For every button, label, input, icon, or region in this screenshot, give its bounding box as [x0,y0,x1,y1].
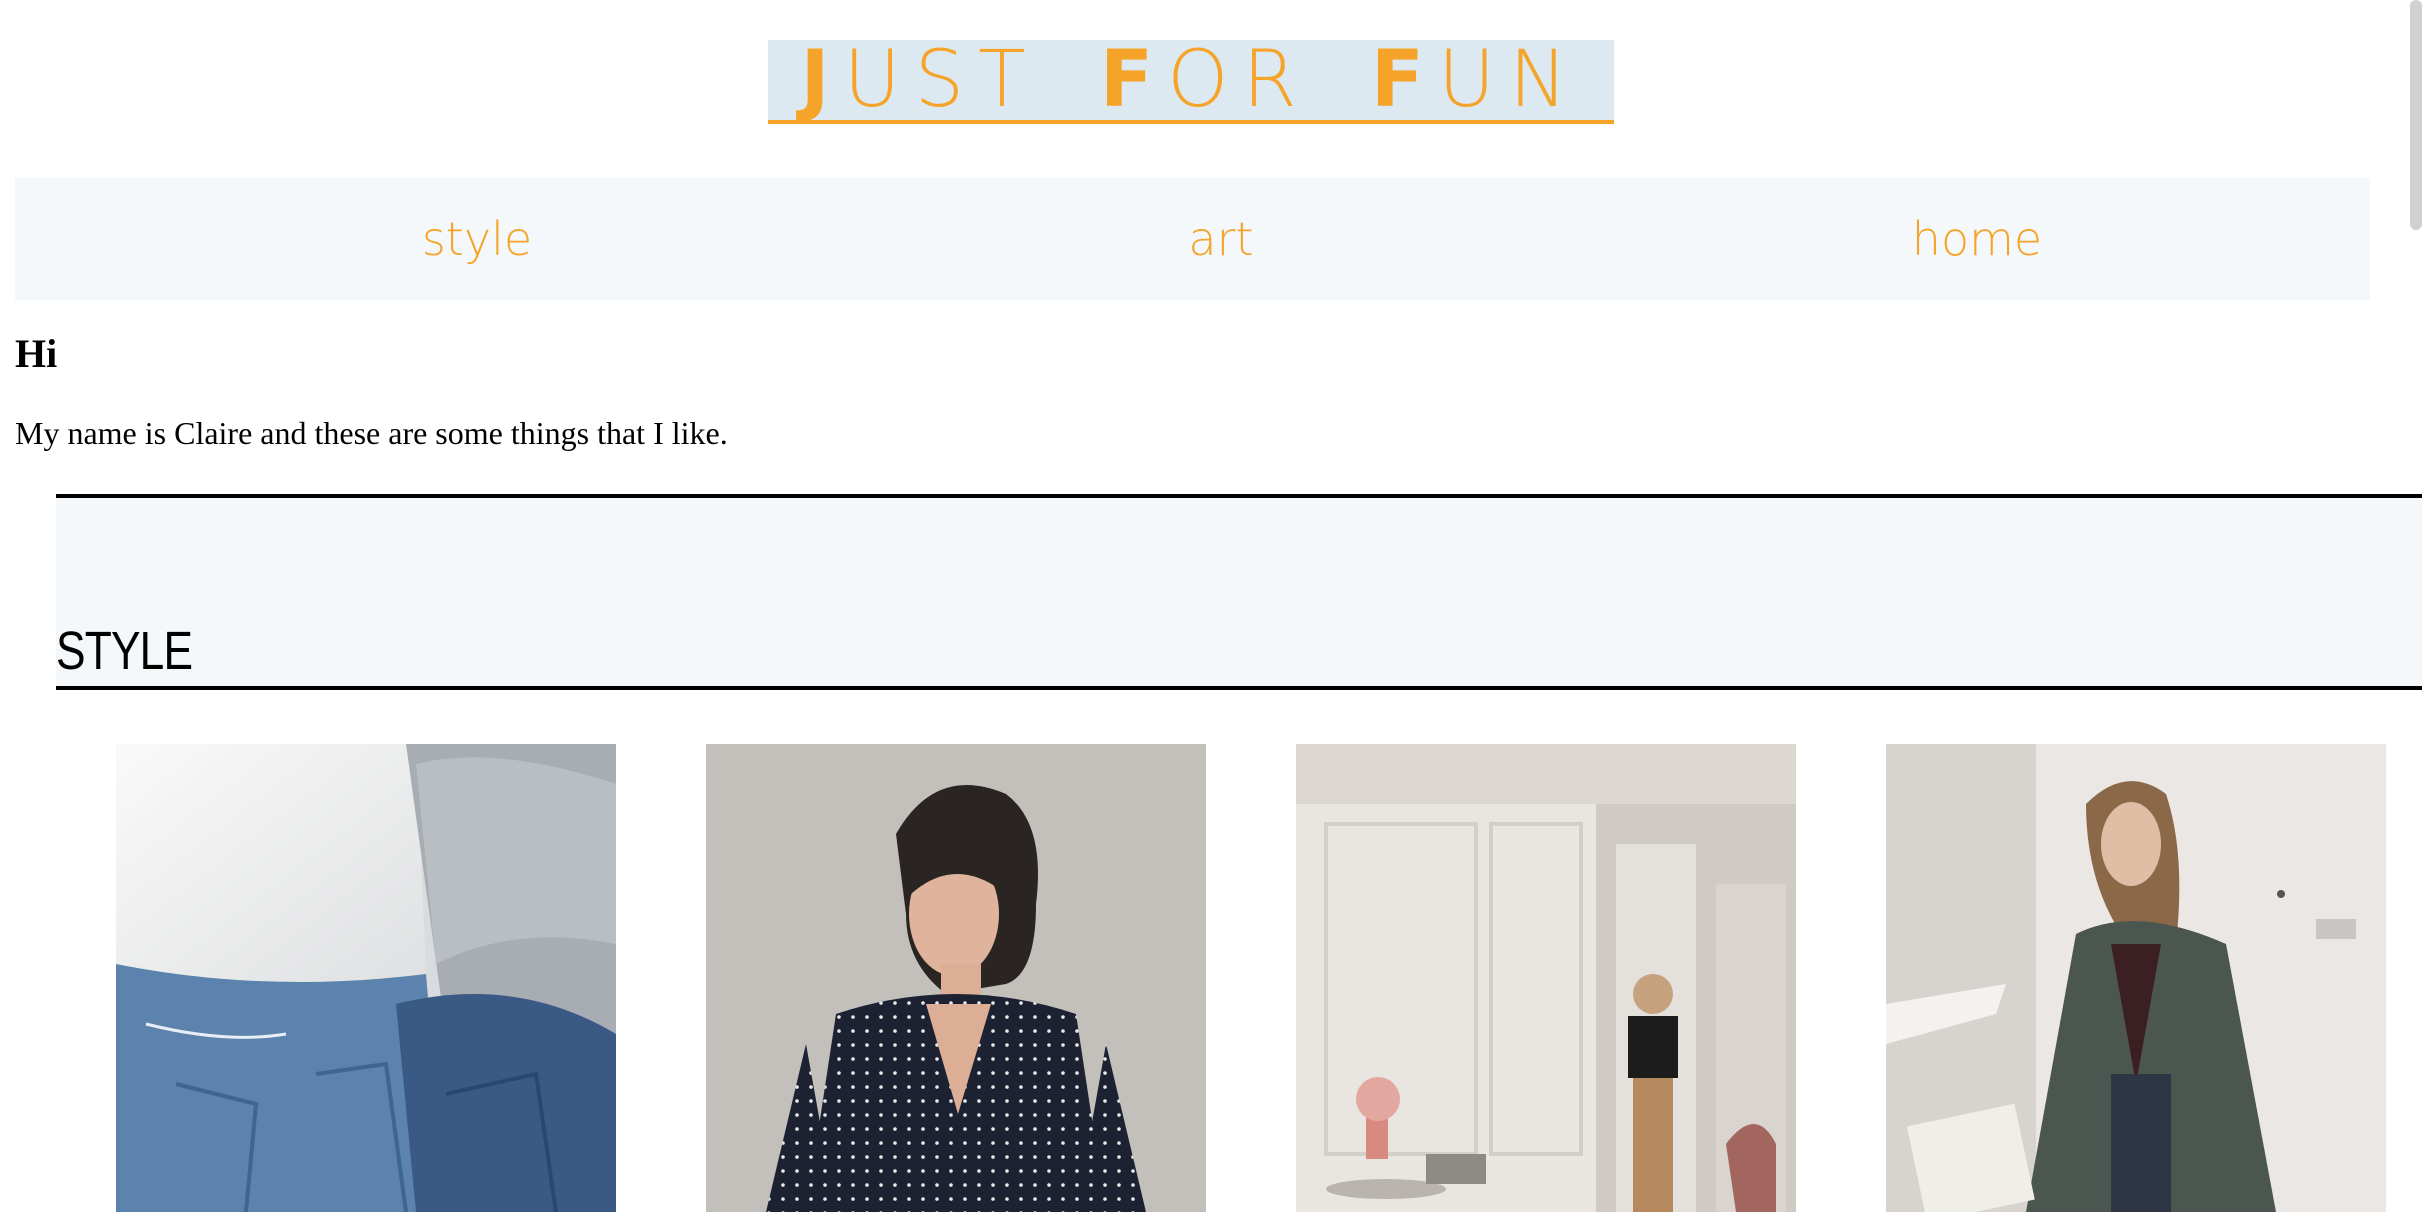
title-word-3: FUN [1370,35,1582,125]
intro-text: My name is Claire and these are some thi… [15,415,728,451]
section-title: STYLE [56,621,193,681]
title-word-1: JUST [800,35,1040,125]
nav-link-home[interactable]: home [1912,178,2042,300]
gallery-photo-coat[interactable] [1886,744,2386,1212]
site-title: JUST FOR FUN [768,40,1614,124]
jeans-back-photo-icon [116,744,616,1212]
nav-link-style[interactable]: style [422,178,532,300]
site-title-banner: JUST FOR FUN [768,40,1614,124]
apartment-interior-photo-icon [1296,744,1796,1212]
gallery-photo-blouse[interactable] [706,744,1206,1212]
page-scrollbar[interactable] [2410,0,2422,230]
style-section-header: STYLE [56,494,2422,690]
polka-dot-blouse-photo-icon [706,744,1206,1212]
main-nav: style art home [15,178,2370,300]
intro-heading: Hi [15,331,58,376]
title-word-2: FOR [1099,35,1311,125]
grey-coat-photo-icon [1886,744,2386,1212]
gallery-photo-jeans[interactable] [116,744,616,1212]
nav-link-art[interactable]: art [1188,178,1253,300]
gallery-photo-interior[interactable] [1296,744,1796,1212]
